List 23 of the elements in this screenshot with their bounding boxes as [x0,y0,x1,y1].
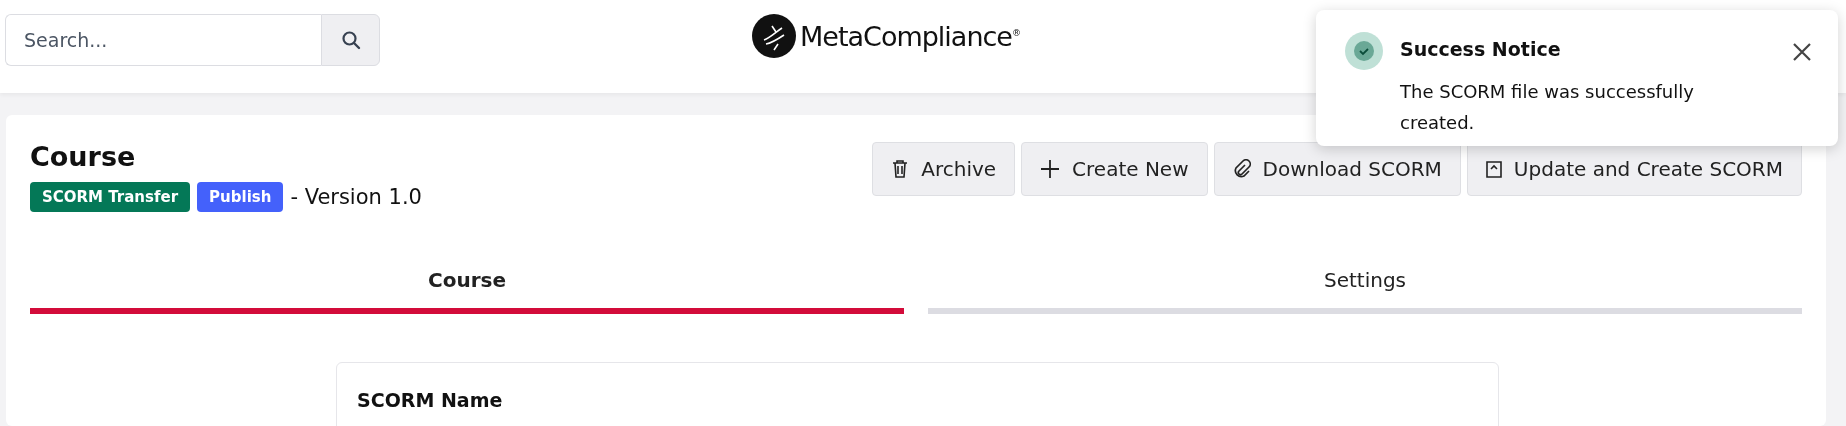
status-badge: Publish [197,182,284,212]
action-button[interactable]: Download SCORM [1213,142,1461,196]
course-title: Course [30,141,137,172]
upload-icon [1485,160,1502,178]
action-button[interactable]: Create New [1021,142,1208,196]
tab[interactable]: Course [30,260,904,314]
search-button[interactable] [321,13,380,66]
search-icon [340,29,361,50]
action-button[interactable]: Archive [872,142,1016,196]
toast-message: The SCORM file was successfully created. [1400,80,1695,135]
logo-emblem-icon [752,14,796,58]
toast-title: Success Notice [1400,38,1562,60]
plus-icon [1040,159,1061,179]
paperclip-icon [1232,159,1251,179]
check-badge-icon [1345,32,1383,70]
close-icon [1792,42,1812,62]
version-text: - Version 1.0 [290,185,422,209]
trash-icon [891,159,910,179]
search-field[interactable]: Search... [5,13,321,66]
tab[interactable]: Settings [928,260,1802,314]
status-badge: SCORM Transfer [30,182,191,212]
field-label: SCORM Name [357,389,503,411]
logo-text: MetaCompliance$^{®}$ [800,20,1020,52]
